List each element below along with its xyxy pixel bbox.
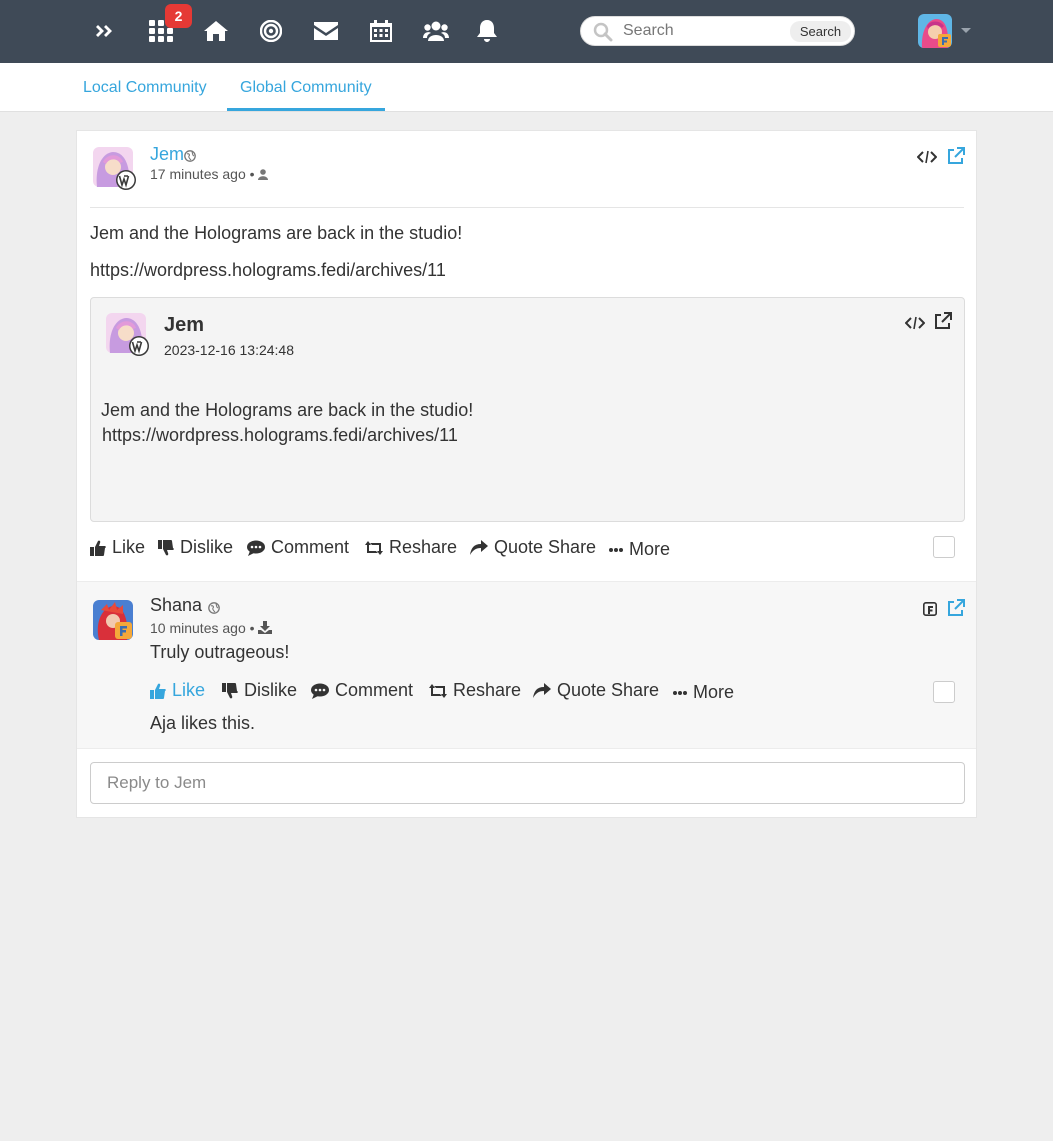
comment-like-button[interactable]: Like bbox=[150, 680, 205, 701]
comment-timestamp[interactable]: 10 minutes ago bbox=[150, 620, 246, 636]
bell-icon[interactable] bbox=[470, 14, 504, 48]
quoted-external-link-icon[interactable] bbox=[934, 312, 952, 335]
quoted-post: Jem 2023-12-16 13:24:48 Jem and the Holo… bbox=[90, 297, 965, 522]
external-link-icon[interactable] bbox=[947, 147, 965, 170]
tab-global-community[interactable]: Global Community bbox=[227, 79, 385, 111]
comment-quote-share-button[interactable]: Quote Share bbox=[533, 680, 659, 701]
comment-item: Shana 10 minutes ago • Truly outrageous!… bbox=[77, 581, 976, 749]
calendar-icon[interactable] bbox=[364, 14, 398, 48]
comment-meta-separator: • bbox=[249, 620, 255, 636]
envelope-icon[interactable] bbox=[309, 14, 343, 48]
top-navbar: 2 Search bbox=[0, 0, 1053, 63]
comment-external-link-icon[interactable] bbox=[947, 599, 965, 622]
post-timestamp[interactable]: 17 minutes ago bbox=[150, 166, 246, 182]
quoted-code-view-icon[interactable] bbox=[904, 316, 926, 335]
search-button[interactable]: Search bbox=[790, 21, 851, 42]
comment-more-button[interactable]: More bbox=[673, 682, 734, 703]
quoted-timestamp[interactable]: 2023-12-16 13:24:48 bbox=[164, 342, 294, 358]
retweet-icon bbox=[365, 540, 383, 555]
reshare-button[interactable]: Reshare bbox=[365, 537, 457, 558]
comment-dislike-button[interactable]: Dislike bbox=[222, 680, 297, 701]
thumbs-down-icon bbox=[158, 539, 174, 555]
ellipsis-icon bbox=[673, 690, 687, 695]
thumbs-up-icon bbox=[90, 540, 106, 556]
thumbs-up-icon bbox=[150, 683, 166, 699]
home-icon[interactable] bbox=[199, 14, 233, 48]
user-avatar[interactable] bbox=[918, 14, 952, 48]
comment-globe-icon bbox=[208, 601, 220, 619]
post-card: Jem 17 minutes ago • Jem and the Hologra… bbox=[76, 130, 977, 818]
header-divider bbox=[90, 207, 964, 208]
thumbs-down-icon bbox=[222, 682, 238, 698]
quoted-author-avatar[interactable] bbox=[106, 313, 149, 356]
share-icon bbox=[470, 539, 488, 555]
notification-count-badge: 2 bbox=[165, 4, 192, 28]
comment-body-text: Truly outrageous! bbox=[150, 642, 290, 662]
tab-local-community[interactable]: Local Community bbox=[83, 79, 207, 97]
comment-comment-button[interactable]: Comment bbox=[311, 680, 413, 701]
more-button[interactable]: More bbox=[609, 539, 670, 560]
comment-icon bbox=[311, 683, 329, 699]
search-icon bbox=[593, 22, 613, 42]
target-icon[interactable] bbox=[254, 14, 288, 48]
expand-sidebar-icon[interactable] bbox=[88, 14, 122, 48]
post-link[interactable]: https://wordpress.holograms.fedi/archive… bbox=[90, 260, 446, 281]
contacts-icon[interactable] bbox=[419, 14, 453, 48]
code-view-icon[interactable] bbox=[916, 150, 938, 169]
retweet-icon bbox=[429, 683, 447, 698]
select-post-checkbox[interactable] bbox=[933, 536, 955, 558]
globe-icon bbox=[184, 149, 196, 167]
comment-author-name[interactable]: Shana bbox=[150, 595, 202, 616]
comment-button[interactable]: Comment bbox=[247, 537, 349, 558]
comment-actions: Like Dislike Comment Reshare Quote Share… bbox=[150, 680, 965, 708]
comment-likes-summary[interactable]: Aja likes this. bbox=[150, 713, 255, 734]
quoted-author-name[interactable]: Jem bbox=[164, 314, 204, 337]
comment-reshare-button[interactable]: Reshare bbox=[429, 680, 521, 701]
search-bar: Search bbox=[580, 16, 855, 46]
community-tabs: Local Community Global Community bbox=[0, 63, 1053, 112]
meta-separator: • bbox=[249, 166, 255, 182]
post-actions: Like Dislike Comment Reshare Quote Share… bbox=[90, 536, 965, 565]
user-menu-caret-icon[interactable] bbox=[961, 28, 971, 33]
user-icon bbox=[258, 167, 269, 183]
quoted-link[interactable]: https://wordpress.holograms.fedi/archive… bbox=[102, 425, 458, 446]
comment-author-avatar[interactable] bbox=[93, 600, 133, 640]
comment-icon bbox=[247, 540, 265, 556]
post-body-text: Jem and the Holograms are back in the st… bbox=[90, 223, 463, 243]
search-input[interactable] bbox=[623, 19, 783, 43]
ellipsis-icon bbox=[609, 547, 623, 552]
author-avatar[interactable] bbox=[93, 147, 136, 190]
quoted-body-text: Jem and the Holograms are back in the st… bbox=[101, 400, 474, 420]
reply-input[interactable] bbox=[90, 762, 965, 804]
like-button[interactable]: Like bbox=[90, 537, 145, 558]
friendica-icon[interactable] bbox=[923, 602, 937, 621]
post-author-name[interactable]: Jem bbox=[150, 144, 184, 165]
download-icon bbox=[258, 621, 273, 637]
share-icon bbox=[533, 682, 551, 698]
select-comment-checkbox[interactable] bbox=[933, 681, 955, 703]
dislike-button[interactable]: Dislike bbox=[158, 537, 233, 558]
quote-share-button[interactable]: Quote Share bbox=[470, 537, 596, 558]
